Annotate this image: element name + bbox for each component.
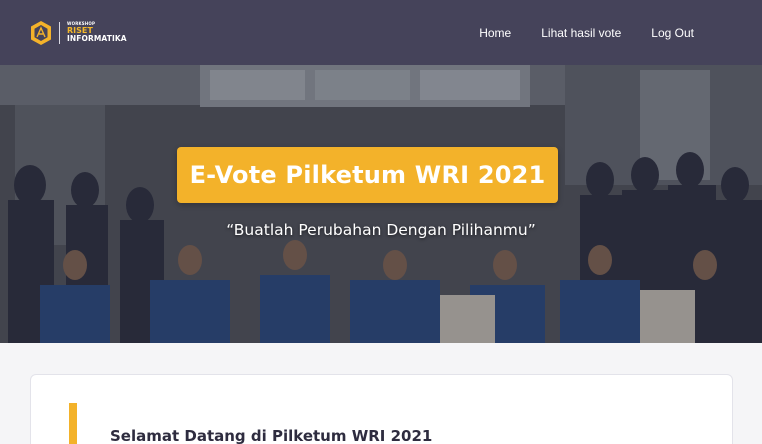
brand-logo[interactable]: WORKSHOP RISET INFORMATIKA bbox=[30, 20, 127, 46]
hero-tagline: “Buatlah Perubahan Dengan Pilihanmu” bbox=[226, 221, 536, 239]
brand-informatika: INFORMATIKA bbox=[67, 34, 127, 44]
brand-text: WORKSHOP RISET INFORMATIKA bbox=[67, 22, 127, 43]
nav-home[interactable]: Home bbox=[479, 26, 511, 40]
main-nav: Home Lihat hasil vote Log Out bbox=[479, 26, 694, 40]
brand-divider bbox=[59, 21, 60, 44]
hexagon-logo-icon bbox=[31, 20, 51, 45]
navbar: WORKSHOP RISET INFORMATIKA Home Lihat ha… bbox=[0, 0, 762, 65]
welcome-card: Selamat Datang di Pilketum WRI 2021 bbox=[30, 374, 733, 444]
hero-overlay bbox=[0, 65, 762, 343]
hero-banner: E-Vote Pilketum WRI 2021 “Buatlah Peruba… bbox=[0, 65, 762, 343]
hero-title: E-Vote Pilketum WRI 2021 bbox=[189, 161, 546, 189]
welcome-title: Selamat Datang di Pilketum WRI 2021 bbox=[110, 427, 433, 444]
nav-lihat-hasil-vote[interactable]: Lihat hasil vote bbox=[541, 26, 621, 40]
card-accent-bar bbox=[69, 403, 77, 444]
nav-log-out[interactable]: Log Out bbox=[651, 26, 694, 40]
hero-title-box: E-Vote Pilketum WRI 2021 bbox=[177, 147, 558, 203]
